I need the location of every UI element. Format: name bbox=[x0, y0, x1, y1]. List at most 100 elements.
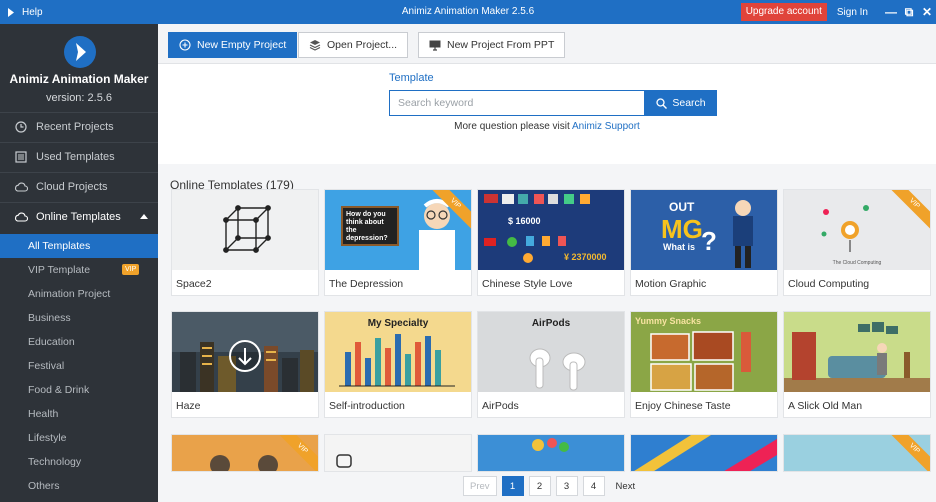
template-card[interactable]: VIP bbox=[783, 434, 931, 472]
new-project-from-ppt-button[interactable]: New Project From PPT bbox=[418, 32, 566, 58]
template-card-haze[interactable]: Haze bbox=[171, 311, 319, 418]
search-button[interactable]: Search bbox=[645, 90, 717, 116]
plus-circle-icon bbox=[179, 39, 191, 51]
sidebar-subitem-health[interactable]: Health bbox=[0, 402, 158, 426]
sidebar-subitem-label: Technology bbox=[28, 456, 82, 468]
template-card-space2[interactable]: Space2 bbox=[171, 189, 319, 296]
sidebar-item-online-templates[interactable]: Online Templates bbox=[0, 202, 158, 232]
template-card-the-depression[interactable]: How do you think about the depression? V… bbox=[324, 189, 472, 296]
bar-graphic-icon bbox=[339, 334, 455, 387]
open-project-button[interactable]: Open Project... bbox=[298, 32, 409, 58]
template-card-enjoy-chinese-taste[interactable]: Yummy Snacks Enjoy Chinese Taste bbox=[630, 311, 778, 418]
sidebar-item-label: Online Templates bbox=[36, 211, 121, 223]
animiz-support-link[interactable]: Animiz Support bbox=[572, 121, 640, 132]
sidebar-item-recent-projects[interactable]: Recent Projects bbox=[0, 112, 158, 142]
support-text: More question please visit bbox=[454, 121, 570, 132]
prev-page-button[interactable]: Prev bbox=[463, 476, 497, 496]
sidebar-subitem-technology[interactable]: Technology bbox=[0, 450, 158, 474]
wireframe-cube-icon bbox=[223, 205, 271, 253]
new-empty-project-button[interactable]: New Empty Project bbox=[168, 32, 298, 58]
list-icon bbox=[14, 150, 28, 164]
template-search-panel: Template Search More question please vis… bbox=[158, 64, 936, 164]
sidebar-subitem-label: Education bbox=[28, 336, 75, 348]
sidebar-subitem-all-templates[interactable]: All Templates bbox=[0, 234, 158, 258]
sidebar-subitem-label: Others bbox=[28, 480, 60, 492]
sidebar-item-used-templates[interactable]: Used Templates bbox=[0, 142, 158, 172]
template-preview-icon bbox=[532, 438, 569, 452]
template-thumbnail: OUT MG What is ? bbox=[631, 190, 777, 270]
page-2-button[interactable]: 2 bbox=[528, 476, 551, 496]
help-menu[interactable]: Help bbox=[8, 0, 43, 24]
template-card[interactable] bbox=[477, 434, 625, 472]
sign-in-link[interactable]: Sign In bbox=[837, 7, 868, 18]
price-usd: $ 16000 bbox=[508, 216, 541, 226]
template-thumbnail bbox=[784, 312, 930, 392]
template-card-self-introduction[interactable]: My Specialty Self-introduction bbox=[324, 311, 472, 418]
template-name: Motion Graphic bbox=[635, 278, 707, 290]
food-photos-icon bbox=[650, 331, 751, 391]
page-3-button[interactable]: 3 bbox=[555, 476, 578, 496]
template-card-motion-graphic[interactable]: OUT MG What is ? Motion Graphic bbox=[630, 189, 778, 296]
template-thumbnail: AirPods bbox=[478, 312, 624, 392]
template-name: Space2 bbox=[176, 278, 212, 290]
template-thumbnail bbox=[325, 435, 471, 471]
search-input[interactable] bbox=[389, 90, 645, 116]
template-name: A Slick Old Man bbox=[788, 400, 863, 412]
minimize-button[interactable]: — bbox=[882, 5, 900, 19]
template-card[interactable]: VIP bbox=[171, 434, 319, 472]
page-4-button[interactable]: 4 bbox=[582, 476, 605, 496]
sidebar-subitem-education[interactable]: Education bbox=[0, 330, 158, 354]
sidebar-subitem-vip-template[interactable]: VIP Template VIP bbox=[0, 258, 158, 282]
template-thumbnail bbox=[631, 435, 777, 471]
app-logo-icon bbox=[64, 36, 96, 68]
button-label: Search bbox=[672, 97, 706, 109]
sidebar-subitem-animation-project[interactable]: Animation Project bbox=[0, 282, 158, 306]
sidebar: Animiz Animation Maker version: 2.5.6 Re… bbox=[0, 24, 158, 502]
template-thumbnail bbox=[172, 190, 318, 270]
city-skyline-icon bbox=[172, 312, 318, 392]
sidebar-subitem-festival[interactable]: Festival bbox=[0, 354, 158, 378]
pagination: Prev 1 2 3 4 Next bbox=[463, 476, 641, 496]
template-gallery: Online Templates (179) Space2 How do you… bbox=[158, 164, 936, 502]
sidebar-subitem-label: Lifestyle bbox=[28, 432, 67, 444]
help-label: Help bbox=[22, 6, 43, 18]
sidebar-item-cloud-projects[interactable]: Cloud Projects bbox=[0, 172, 158, 202]
template-preview-icon bbox=[336, 454, 352, 468]
sidebar-subitem-label: Festival bbox=[28, 360, 65, 372]
restore-button[interactable]: ⧉ bbox=[900, 5, 918, 20]
template-thumbnail bbox=[172, 312, 318, 392]
button-label: New Project From PPT bbox=[447, 39, 555, 51]
template-name: AirPods bbox=[482, 400, 519, 412]
template-card[interactable] bbox=[630, 434, 778, 472]
template-card-chinese-style-love[interactable]: $ 16000 ¥ 2370000 Chinese Style Love bbox=[477, 189, 625, 296]
monitor-icon bbox=[429, 40, 441, 51]
next-page-button[interactable]: Next bbox=[610, 476, 642, 496]
living-room-illustration-icon bbox=[784, 322, 930, 392]
close-button[interactable]: ✕ bbox=[918, 5, 936, 19]
template-name: Chinese Style Love bbox=[482, 278, 573, 290]
template-thumbnail: My Specialty bbox=[325, 312, 471, 392]
cloud-icon bbox=[14, 210, 28, 224]
template-card-airpods[interactable]: AirPods AirPods bbox=[477, 311, 625, 418]
sidebar-subitem-business[interactable]: Business bbox=[0, 306, 158, 330]
template-card[interactable] bbox=[324, 434, 472, 472]
clock-icon bbox=[14, 120, 28, 134]
toolbar: New Empty Project Open Project... New Pr… bbox=[158, 24, 936, 64]
sidebar-subitem-label: Business bbox=[28, 312, 71, 324]
template-name: Haze bbox=[176, 400, 201, 412]
sidebar-subitem-label: All Templates bbox=[28, 240, 91, 252]
sidebar-subitem-lifestyle[interactable]: Lifestyle bbox=[0, 426, 158, 450]
sidebar-subitem-others[interactable]: Others bbox=[0, 474, 158, 498]
template-card-a-slick-old-man[interactable]: A Slick Old Man bbox=[783, 311, 931, 418]
app-version: version: 2.5.6 bbox=[45, 92, 113, 104]
template-preview-icon bbox=[634, 435, 777, 471]
sidebar-subitem-food-drink[interactable]: Food & Drink bbox=[0, 378, 158, 402]
template-card-cloud-computing[interactable]: The Cloud Computing VIP Cloud Computing bbox=[783, 189, 931, 296]
expand-arrow-icon bbox=[8, 7, 14, 17]
earbuds-icon bbox=[529, 348, 586, 391]
sidebar-item-label: Used Templates bbox=[36, 151, 115, 163]
button-label: New Empty Project bbox=[197, 39, 287, 51]
page-1-button[interactable]: 1 bbox=[501, 476, 524, 496]
search-icon bbox=[656, 97, 668, 109]
upgrade-account-button[interactable]: Upgrade account bbox=[740, 3, 827, 21]
